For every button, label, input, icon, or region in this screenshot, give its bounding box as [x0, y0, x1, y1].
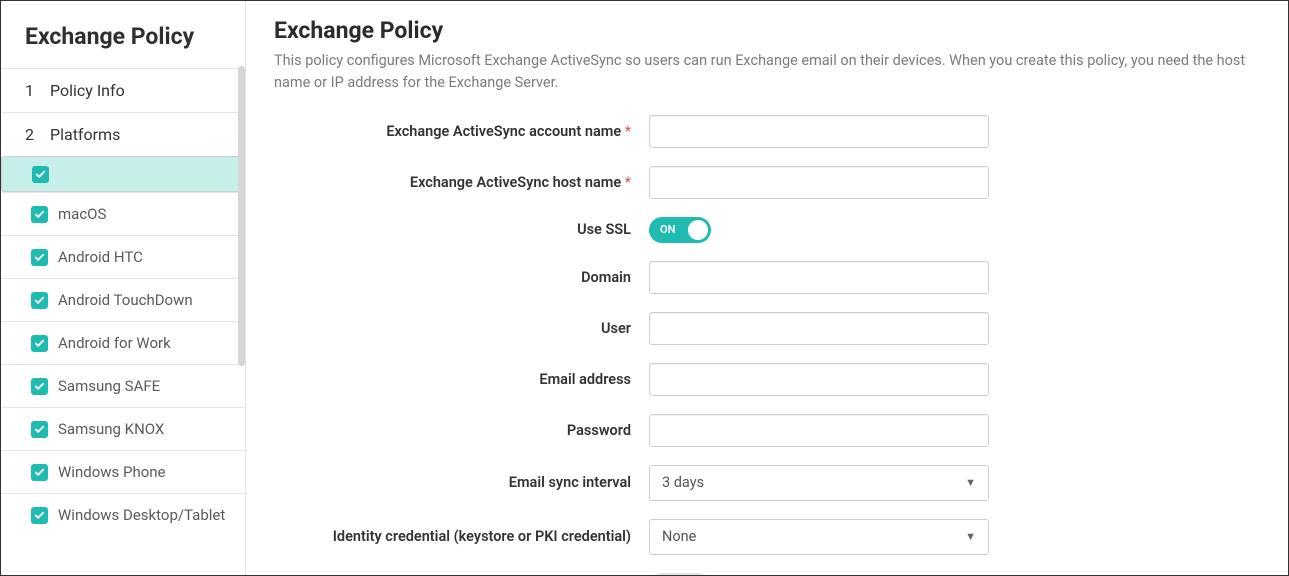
- sidebar: Exchange Policy 1 Policy Info 2 Platform…: [1, 1, 246, 575]
- sidebar-item-android-htc[interactable]: Android HTC: [1, 235, 245, 278]
- sidebar-item-macos[interactable]: macOS: [1, 192, 245, 235]
- label-password: Password: [274, 422, 649, 439]
- use-ssl-toggle[interactable]: ON: [649, 217, 711, 243]
- password-input[interactable]: [649, 414, 989, 447]
- step-number: 2: [25, 125, 34, 144]
- label-use-ssl: Use SSL: [274, 221, 649, 238]
- move-between-toggle[interactable]: OFF: [649, 573, 711, 575]
- checkbox-icon[interactable]: [31, 249, 48, 266]
- checkbox-icon[interactable]: [32, 166, 49, 183]
- checkbox-icon[interactable]: [31, 292, 48, 309]
- sidebar-item-label: Samsung KNOX: [58, 420, 164, 438]
- sidebar-item-samsung-knox[interactable]: Samsung KNOX: [1, 407, 245, 450]
- host-name-input[interactable]: [649, 166, 989, 199]
- label-account-name: Exchange ActiveSync account name *: [274, 123, 649, 140]
- checkbox-icon[interactable]: [31, 335, 48, 352]
- sidebar-item-samsung-safe[interactable]: Samsung SAFE: [1, 364, 245, 407]
- label-host-name: Exchange ActiveSync host name *: [274, 174, 649, 191]
- page-title: Exchange Policy: [274, 17, 1266, 44]
- caret-down-icon: ▼: [965, 530, 976, 543]
- checkbox-icon[interactable]: [31, 206, 48, 223]
- account-name-input[interactable]: [649, 115, 989, 148]
- label-email: Email address: [274, 371, 649, 388]
- sidebar-item-label: Windows Phone: [58, 463, 166, 481]
- select-value: None: [662, 528, 696, 545]
- form: Exchange ActiveSync account name * Excha…: [274, 115, 1266, 575]
- checkbox-icon[interactable]: [31, 507, 48, 524]
- sidebar-item-label: Android TouchDown: [58, 291, 193, 309]
- sidebar-item-windows-phone[interactable]: Windows Phone: [1, 450, 245, 493]
- sidebar-item-label: Samsung SAFE: [58, 377, 160, 395]
- sidebar-item-android-for-work[interactable]: Android for Work: [1, 321, 245, 364]
- sidebar-item-label: Android HTC: [58, 248, 143, 266]
- toggle-state-label: ON: [660, 223, 675, 236]
- label-user: User: [274, 320, 649, 337]
- scrollbar[interactable]: [238, 66, 245, 366]
- domain-input[interactable]: [649, 261, 989, 294]
- sidebar-item-windows-desktop[interactable]: Windows Desktop/Tablet: [1, 493, 245, 536]
- sidebar-step-platforms[interactable]: 2 Platforms: [1, 112, 245, 156]
- label-domain: Domain: [274, 269, 649, 286]
- sidebar-step-policy-info[interactable]: 1 Policy Info: [1, 68, 245, 112]
- checkbox-icon[interactable]: [31, 421, 48, 438]
- sync-interval-select[interactable]: 3 days ▼: [649, 465, 989, 501]
- email-input[interactable]: [649, 363, 989, 396]
- checkbox-icon[interactable]: [31, 378, 48, 395]
- step-label: Policy Info: [50, 81, 125, 100]
- main-panel: Exchange Policy This policy configures M…: [246, 1, 1288, 575]
- user-input[interactable]: [649, 312, 989, 345]
- sidebar-item-label: Android for Work: [58, 334, 171, 352]
- page-description: This policy configures Microsoft Exchang…: [274, 50, 1254, 95]
- label-identity-credential: Identity credential (keystore or PKI cre…: [274, 528, 649, 545]
- label-sync-interval: Email sync interval: [274, 474, 649, 491]
- step-number: 1: [25, 81, 34, 100]
- sidebar-title: Exchange Policy: [1, 1, 245, 68]
- identity-credential-select[interactable]: None ▼: [649, 519, 989, 555]
- sidebar-item-ios[interactable]: iOS: [1, 156, 245, 192]
- caret-down-icon: ▼: [965, 476, 976, 489]
- sidebar-item-label: macOS: [58, 205, 106, 223]
- select-value: 3 days: [662, 474, 704, 491]
- toggle-knob: [688, 220, 708, 240]
- checkbox-icon[interactable]: [31, 464, 48, 481]
- sidebar-item-android-touchdown[interactable]: Android TouchDown: [1, 278, 245, 321]
- sidebar-item-label: Windows Desktop/Tablet: [58, 506, 225, 524]
- step-label: Platforms: [50, 125, 120, 144]
